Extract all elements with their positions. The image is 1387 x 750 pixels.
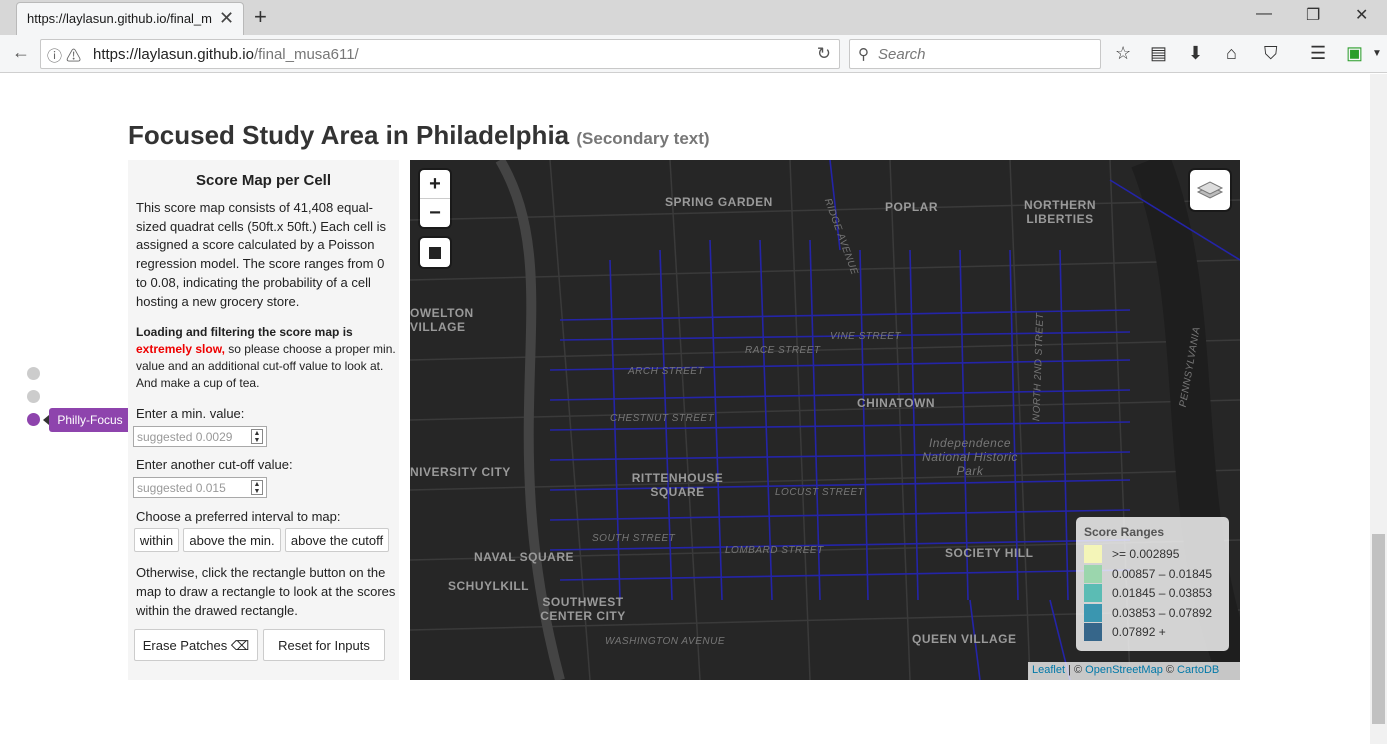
- home-icon[interactable]: ⌂: [1226, 43, 1237, 64]
- tab-title: https://laylasun.github.io/final_m: [27, 11, 212, 26]
- panel-warning: Loading and filtering the score map is e…: [136, 325, 396, 390]
- map-label-society-hill: SOCIETY HILL: [945, 546, 1034, 560]
- search-input[interactable]: ⚲ Search: [849, 39, 1101, 69]
- pocket-icon[interactable]: ⛉: [1264, 43, 1278, 64]
- min-value-stepper[interactable]: ▲ ▼: [251, 429, 263, 444]
- legend-swatch: [1084, 584, 1102, 602]
- map-label-vine-street: VINE STREET: [830, 331, 902, 342]
- map-label-powelton-village: OWELTON VILLAGE: [410, 306, 474, 334]
- eraser-icon: ⌫: [230, 638, 250, 653]
- layers-control-button[interactable]: [1190, 170, 1230, 210]
- reset-inputs-button[interactable]: Reset for Inputs: [263, 629, 385, 661]
- map-label-poplar: POPLAR: [885, 200, 939, 214]
- close-tab-icon[interactable]: ✕: [219, 8, 234, 29]
- map-label-university-city: NIVERSITY CITY: [410, 465, 511, 479]
- tab-bar: https://laylasun.github.io/final_m ✕ + —…: [0, 0, 1387, 35]
- leaflet-link[interactable]: Leaflet: [1032, 664, 1065, 676]
- scrollbar-thumb[interactable]: [1372, 534, 1385, 724]
- search-placeholder: Search: [878, 46, 926, 63]
- rectangle-note: Otherwise, click the rectangle button on…: [136, 565, 396, 618]
- layers-icon: [1196, 181, 1224, 199]
- map-label-schuylkill: SCHUYLKILL: [448, 579, 529, 593]
- bookmark-star-icon[interactable]: ☆: [1115, 43, 1131, 64]
- min-value-input[interactable]: suggested 0.0029 ▲ ▼: [133, 426, 267, 447]
- scroll-nav-dot-1[interactable]: [27, 367, 40, 380]
- cutoff-value-input[interactable]: suggested 0.015 ▲ ▼: [133, 477, 267, 498]
- browser-tab[interactable]: https://laylasun.github.io/final_m ✕: [16, 2, 244, 35]
- url-text: https://laylasun.github.io/final_musa611…: [93, 46, 359, 63]
- rectangle-icon: [429, 247, 441, 259]
- scroll-nav-dot-2[interactable]: [27, 390, 40, 403]
- close-window-icon[interactable]: ✕: [1355, 5, 1368, 25]
- map-attribution: Leaflet | © OpenStreetMap © CartoDB: [1028, 662, 1240, 680]
- draw-rectangle-button[interactable]: [420, 238, 450, 267]
- url-bar[interactable]: ⓘ ⚠ https://laylasun.github.io/final_mus…: [40, 39, 840, 69]
- control-panel: Score Map per Cell This score map consis…: [128, 160, 399, 680]
- interval-label: Choose a preferred interval to map:: [136, 509, 341, 524]
- extension-icon[interactable]: ▣: [1346, 43, 1363, 64]
- map-label-chinatown: CHINATOWN: [857, 396, 936, 410]
- legend-item: 0.03853 – 0.07892: [1084, 603, 1221, 624]
- above-cutoff-button[interactable]: above the cutoff: [285, 528, 389, 552]
- page-subtitle: (Secondary text): [576, 129, 710, 148]
- legend-item: >= 0.002895: [1084, 545, 1221, 565]
- legend-swatch: [1084, 603, 1102, 622]
- legend-swatch: [1084, 564, 1102, 583]
- reload-icon[interactable]: ↻: [817, 44, 831, 64]
- download-icon[interactable]: ⬇: [1188, 43, 1203, 64]
- legend-item: 0.07892 +: [1084, 623, 1221, 643]
- minimize-icon[interactable]: —: [1256, 5, 1272, 23]
- chevron-down-icon[interactable]: ▼: [1372, 48, 1382, 59]
- map-label-arch-street: ARCH STREET: [628, 366, 705, 377]
- legend-swatch: [1084, 545, 1102, 563]
- panel-heading: Score Map per Cell: [195, 172, 332, 189]
- map-label-chestnut-street: CHESTNUT STREET: [610, 413, 715, 424]
- page-scrollbar[interactable]: [1370, 74, 1387, 744]
- map-label-naval-square: NAVAL SQUARE: [474, 550, 575, 564]
- map-label-southwest-center-city: SOUTHWEST CENTER CITY: [540, 595, 626, 623]
- map-label-washington-avenue: WASHINGTON AVENUE: [605, 636, 726, 647]
- back-icon[interactable]: ←: [12, 42, 30, 63]
- osm-link[interactable]: OpenStreetMap: [1085, 664, 1163, 676]
- above-min-button[interactable]: above the min.: [183, 528, 281, 552]
- min-value-label: Enter a min. value:: [136, 406, 245, 421]
- map-label-independence-park: Independence National Historic Park: [922, 436, 1018, 478]
- cutoff-value-stepper[interactable]: ▲ ▼: [251, 480, 263, 495]
- map-label-race-street: RACE STREET: [745, 345, 821, 356]
- zoom-control: + −: [420, 170, 450, 227]
- zoom-out-button[interactable]: −: [420, 198, 450, 226]
- reading-list-icon[interactable]: ▤: [1150, 43, 1167, 64]
- legend-title: Score Ranges: [1084, 525, 1165, 539]
- map-container[interactable]: SPRING GARDEN POPLAR NORTHERN LIBERTIES …: [410, 160, 1240, 680]
- erase-patches-button[interactable]: Erase Patches ⌫: [134, 629, 258, 661]
- map-label-spring-garden: SPRING GARDEN: [665, 195, 773, 209]
- scroll-nav-dot-active[interactable]: [27, 413, 40, 426]
- scroll-nav-tooltip: Philly-Focus: [49, 408, 131, 432]
- map-label-queen-village: QUEEN VILLAGE: [912, 632, 1017, 646]
- map-label-rittenhouse-square: RITTENHOUSE SQUARE: [631, 471, 724, 499]
- restore-icon[interactable]: ❐: [1306, 5, 1320, 25]
- score-legend: Score Ranges >= 0.002895 0.00857 – 0.018…: [1076, 517, 1229, 651]
- map-label-northern-liberties: NORTHERN LIBERTIES: [1024, 198, 1096, 226]
- legend-swatch: [1084, 623, 1102, 641]
- panel-description: This score map consists of 41,408 equal-…: [136, 200, 387, 309]
- legend-item: 0.01845 – 0.03853: [1084, 584, 1221, 604]
- cutoff-value-label: Enter another cut-off value:: [136, 457, 293, 472]
- page-title: Focused Study Area in Philadelphia (Seco…: [128, 120, 710, 150]
- new-tab-icon[interactable]: +: [254, 4, 267, 30]
- map-label-locust-street: LOCUST STREET: [775, 487, 865, 498]
- map-label-south-street: SOUTH STREET: [592, 533, 676, 544]
- nav-bar: ← ⓘ ⚠ https://laylasun.github.io/final_m…: [0, 35, 1387, 73]
- menu-icon[interactable]: ☰: [1310, 43, 1326, 64]
- search-icon: ⚲: [858, 46, 869, 63]
- cartodb-link[interactable]: CartoDB: [1177, 664, 1219, 676]
- site-info-icon[interactable]: ⓘ ⚠: [47, 45, 81, 66]
- map-label-lombard-street: LOMBARD STREET: [725, 545, 824, 556]
- within-button[interactable]: within: [134, 528, 179, 552]
- zoom-in-button[interactable]: +: [420, 170, 450, 198]
- legend-item: 0.00857 – 0.01845: [1084, 564, 1221, 585]
